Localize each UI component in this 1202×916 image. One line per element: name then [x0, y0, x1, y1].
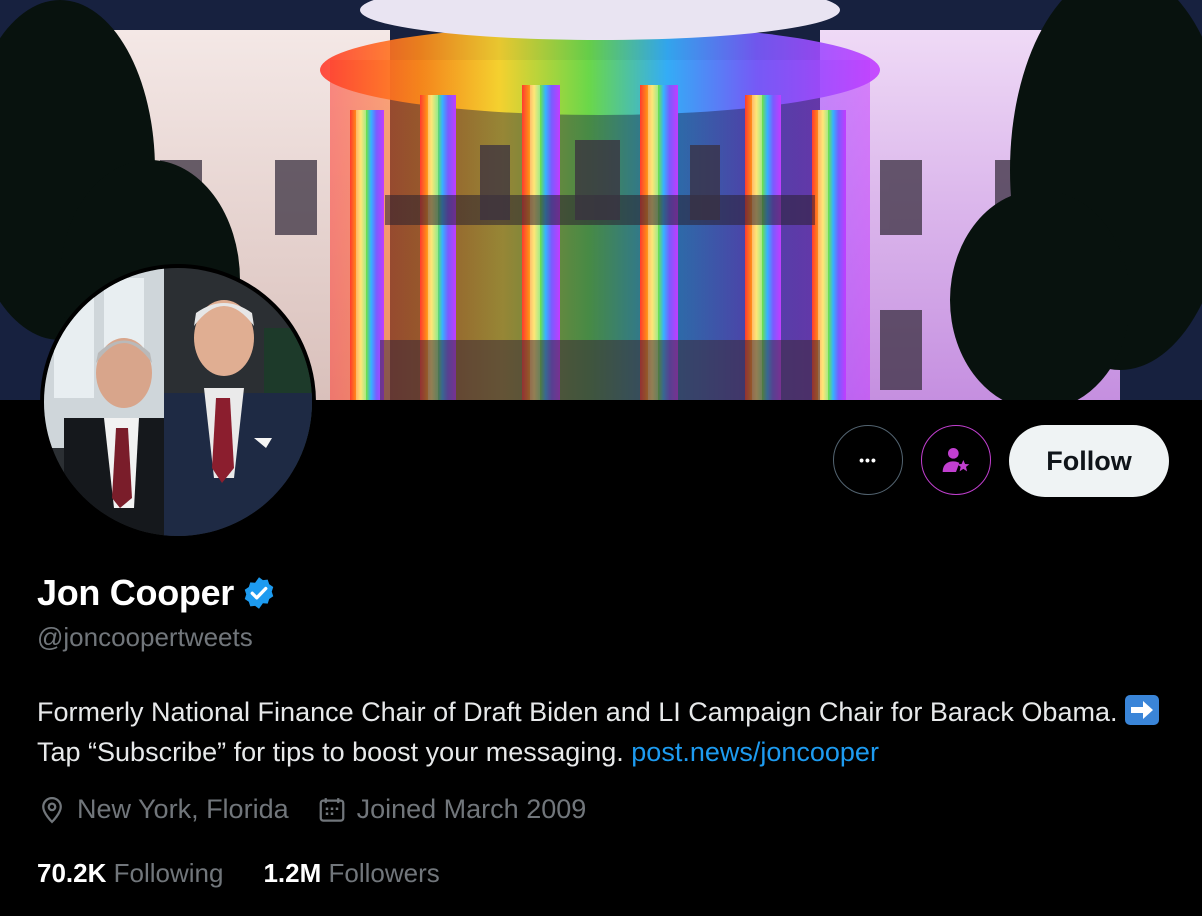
- followers-link[interactable]: 1.2M Followers: [263, 858, 439, 889]
- right-arrow-emoji-icon: [1124, 695, 1159, 725]
- profile-name: Jon Cooper: [37, 572, 235, 613]
- follow-button[interactable]: Follow: [1009, 425, 1169, 497]
- following-link[interactable]: 70.2K Following: [37, 858, 223, 889]
- profile-handle: @joncoopertweets: [37, 622, 253, 652]
- subscribe-button[interactable]: [921, 425, 991, 495]
- person-star-icon: [942, 448, 970, 472]
- followers-count: 1.2M: [263, 858, 322, 888]
- joined-text: Joined March 2009: [356, 794, 587, 824]
- bio-tap-text: Tap “Subscribe” for tips to boost your m…: [37, 737, 632, 767]
- profile-location: New York, Florida: [37, 794, 289, 825]
- following-count: 70.2K: [37, 858, 107, 888]
- profile-stats: 70.2K Following 1.2M Followers: [37, 858, 480, 889]
- more-options-button[interactable]: •••: [833, 425, 903, 495]
- bio-text: Formerly National Finance Chair of Draft…: [37, 697, 1125, 727]
- profile-joined: Joined March 2009: [317, 794, 587, 825]
- verified-badge-icon[interactable]: [241, 575, 277, 611]
- calendar-icon: [319, 797, 344, 822]
- profile-meta: New York, Florida Joined March 2009: [37, 794, 614, 825]
- profile-avatar[interactable]: [40, 264, 316, 540]
- location-text: New York, Florida: [77, 794, 289, 824]
- followers-label: Followers: [328, 858, 440, 888]
- following-label: Following: [113, 858, 224, 888]
- avatar-photo: [44, 268, 312, 536]
- more-icon: •••: [859, 452, 877, 468]
- bio-link[interactable]: post.news/joncooper: [631, 737, 879, 767]
- location-pin-icon: [42, 796, 62, 823]
- profile-bio: Formerly National Finance Chair of Draft…: [37, 692, 1167, 772]
- profile-name-row: Jon Cooper: [37, 572, 277, 614]
